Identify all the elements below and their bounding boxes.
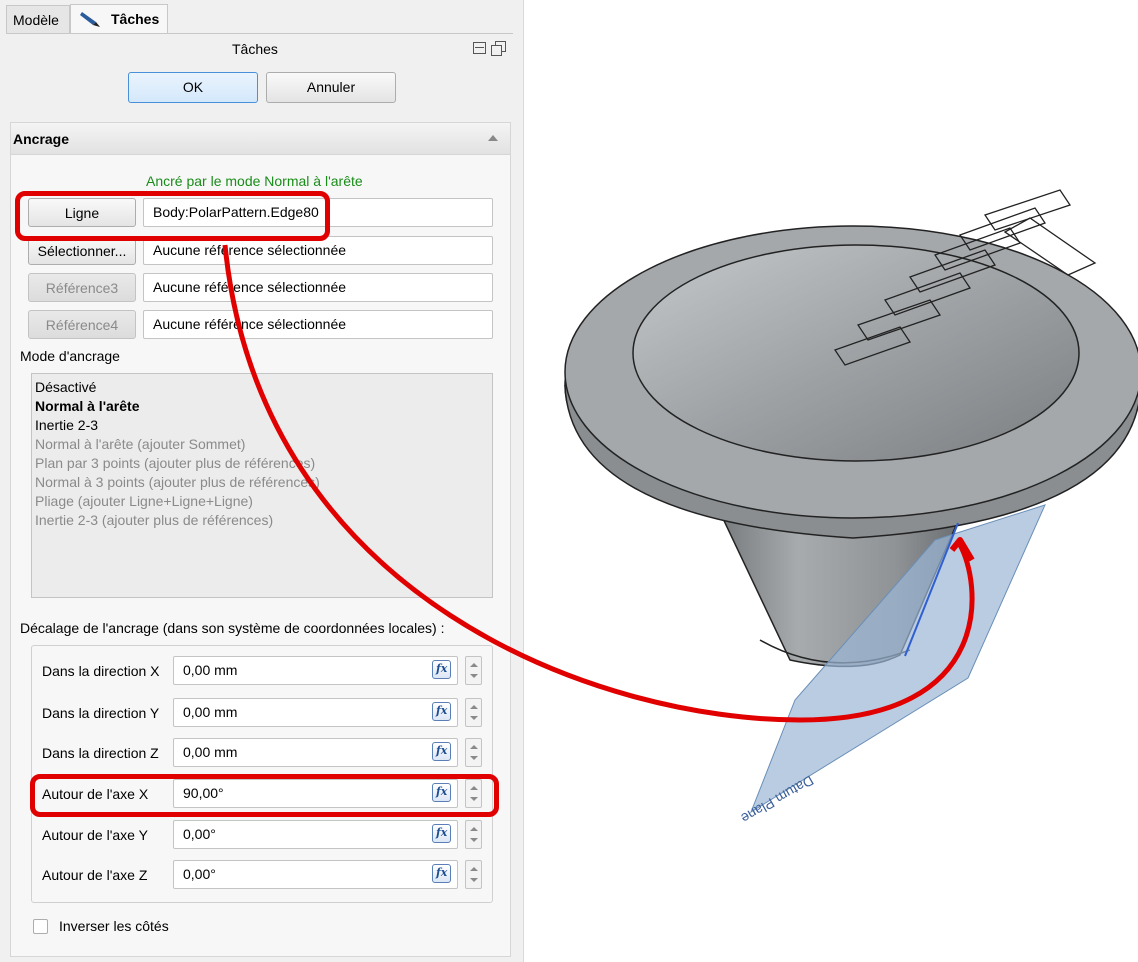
mode-item[interactable]: Pliage (ajouter Ligne+Ligne+Ligne) <box>35 492 492 511</box>
offset-y-spinner[interactable] <box>465 698 482 727</box>
expression-fx-icon[interactable]: fx <box>432 702 451 721</box>
attachment-offset-label: Décalage de l'ancrage (dans son système … <box>20 620 445 636</box>
tab-tasks-label: Tâches <box>111 11 160 27</box>
attachment-mode-label: Mode d'ancrage <box>20 348 120 364</box>
offset-z-input[interactable]: 0,00 mm <box>173 738 458 767</box>
rotation-x-input[interactable]: 90,00° <box>173 779 458 808</box>
ok-button[interactable]: OK <box>128 72 258 103</box>
expression-fx-icon[interactable]: fx <box>432 660 451 679</box>
attachment-mode-list[interactable]: Désactivé Normal à l'arête Inertie 2-3 N… <box>31 373 493 598</box>
pencil-icon <box>80 12 100 27</box>
collapse-chevron-icon[interactable] <box>488 135 498 141</box>
cancel-button[interactable]: Annuler <box>266 72 396 103</box>
panel-title: Tâches <box>232 41 278 57</box>
tab-model[interactable]: Modèle <box>6 5 70 33</box>
rotation-y-spinner[interactable] <box>465 820 482 849</box>
expression-fx-icon[interactable]: fx <box>432 783 451 802</box>
rotation-y-label: Autour de l'axe Y <box>42 827 148 843</box>
offset-y-input[interactable]: 0,00 mm <box>173 698 458 727</box>
ref1-button[interactable]: Ligne <box>28 198 136 227</box>
mode-item[interactable]: Inertie 2-3 (ajouter plus de références) <box>35 511 492 530</box>
float-panel-icon[interactable] <box>473 42 486 54</box>
mode-item[interactable]: Normal à 3 points (ajouter plus de référ… <box>35 473 492 492</box>
ref4-button[interactable]: Référence4 <box>28 310 136 339</box>
offset-x-spinner[interactable] <box>465 656 482 685</box>
mode-item[interactable]: Plan par 3 points (ajouter plus de référ… <box>35 454 492 473</box>
tab-tasks[interactable]: Tâches <box>70 4 168 34</box>
rotation-y-input[interactable]: 0,00° <box>173 820 458 849</box>
ref1-field[interactable]: Body:PolarPattern.Edge80 <box>143 198 493 227</box>
ref3-button[interactable]: Référence3 <box>28 273 136 302</box>
offset-x-label: Dans la direction X <box>42 663 160 679</box>
mode-item-selected[interactable]: Normal à l'arête <box>35 397 492 416</box>
3d-model-view: Datum Plane <box>564 189 1138 827</box>
flip-sides-label: Inverser les côtés <box>59 918 169 934</box>
3d-viewport[interactable]: Datum Plane <box>524 0 1138 962</box>
expression-fx-icon[interactable]: fx <box>432 824 451 843</box>
mode-item[interactable]: Désactivé <box>35 378 492 397</box>
ref2-field[interactable]: Aucune référence sélectionnée <box>143 236 493 265</box>
mode-item[interactable]: Inertie 2-3 <box>35 416 492 435</box>
attachment-section-title: Ancrage <box>13 131 70 147</box>
rotation-z-input[interactable]: 0,00° <box>173 860 458 889</box>
offset-z-label: Dans la direction Z <box>42 745 159 761</box>
mode-item[interactable]: Normal à l'arête (ajouter Sommet) <box>35 435 492 454</box>
ref2-button[interactable]: Sélectionner... <box>28 236 136 265</box>
expression-fx-icon[interactable]: fx <box>432 742 451 761</box>
offset-z-spinner[interactable] <box>465 738 482 767</box>
ref3-field[interactable]: Aucune référence sélectionnée <box>143 273 493 302</box>
task-panel: Modèle Tâches Tâches OK Annuler Ancrage … <box>0 0 524 962</box>
expression-fx-icon[interactable]: fx <box>432 864 451 883</box>
offset-y-label: Dans la direction Y <box>42 705 160 721</box>
ref4-field[interactable]: Aucune référence sélectionnée <box>143 310 493 339</box>
undock-panel-icon[interactable] <box>491 41 506 56</box>
rotation-x-spinner[interactable] <box>465 779 482 808</box>
flip-sides-checkbox[interactable] <box>33 919 48 934</box>
rotation-x-label: Autour de l'axe X <box>42 786 149 802</box>
attachment-section-header[interactable]: Ancrage <box>10 122 511 155</box>
rotation-z-label: Autour de l'axe Z <box>42 867 148 883</box>
rotation-z-spinner[interactable] <box>465 860 482 889</box>
tab-divider <box>6 33 513 34</box>
offset-x-input[interactable]: 0,00 mm <box>173 656 458 685</box>
attachment-status: Ancré par le mode Normal à l'arête <box>146 173 363 189</box>
